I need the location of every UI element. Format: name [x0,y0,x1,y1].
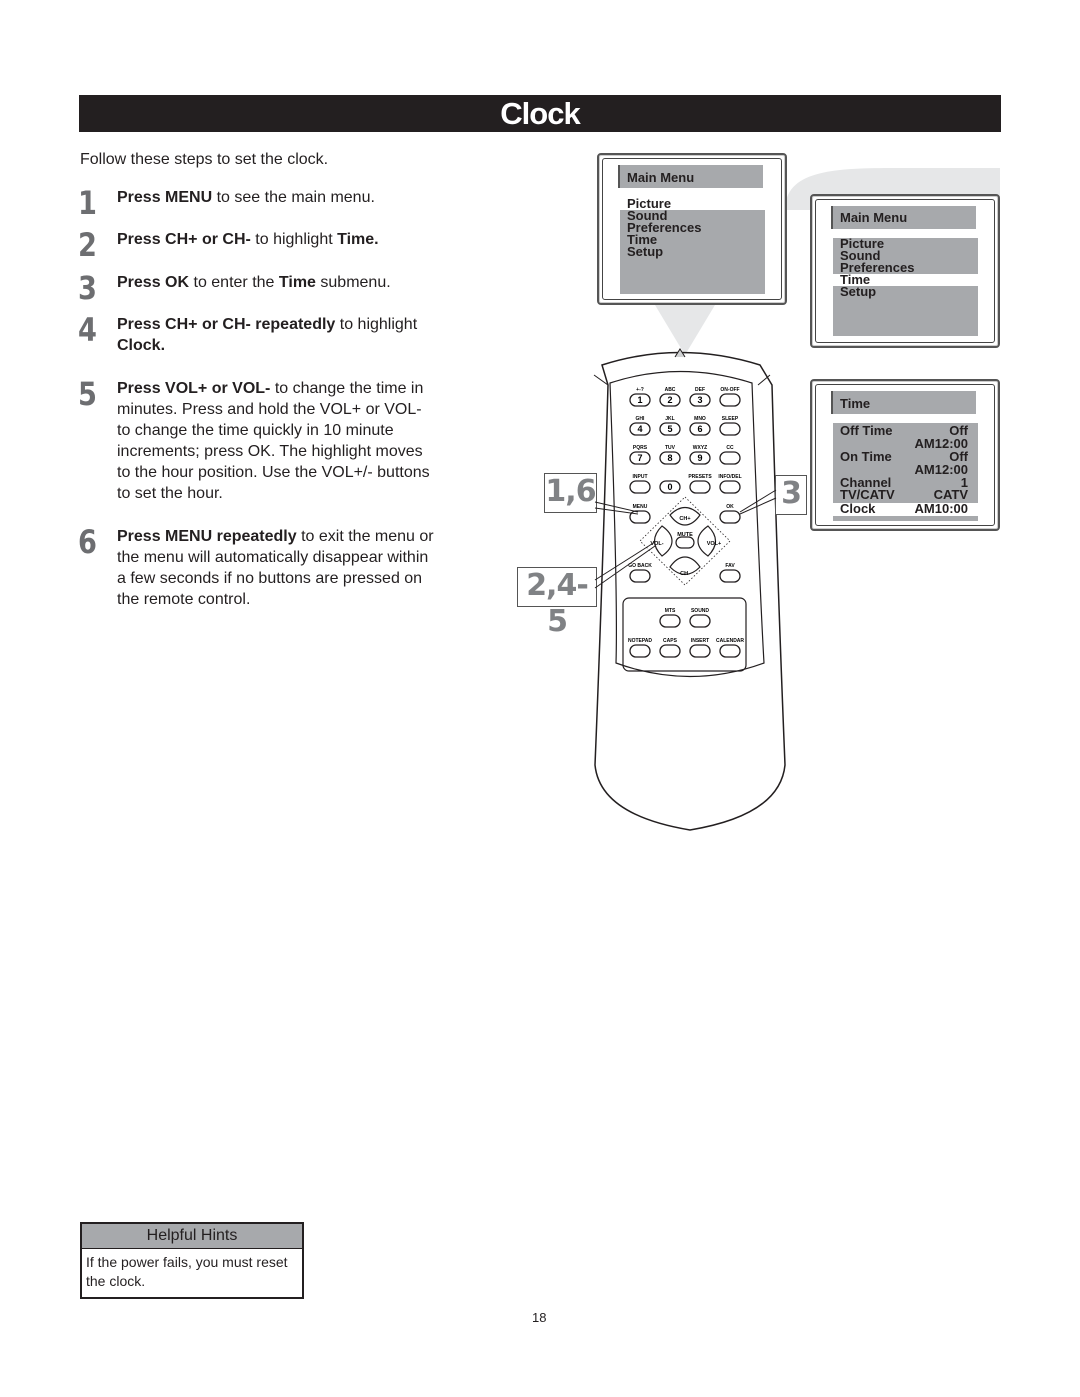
step-text: Press OK to enter the Time submenu. [117,274,391,291]
button-label: 3 [697,395,702,405]
osd-setting-label: Off Time [840,423,893,438]
step-number: 1 [78,184,97,222]
button-caption: ON-OFF [720,387,739,393]
step-text: Press MENU to see the main menu. [117,189,375,206]
button-caption: GHI [636,416,646,422]
button-caption: +-? [636,387,644,393]
osd-setting-label: Clock [840,501,876,516]
button-label: 8 [667,453,672,463]
helpful-hints-header: Helpful Hints [82,1224,302,1249]
button-caption: CAPS [663,638,678,644]
button-label: 2 [667,395,672,405]
osd-header: Time [831,391,976,414]
step-number: 5 [78,375,97,413]
button-caption: DEF [695,387,705,393]
step-number: 6 [78,523,97,561]
osd-body: Picture Sound Preferences Time Setup [833,237,978,336]
button-caption: INSERT [691,638,709,644]
step-text: Press MENU repeatedly to exit the menu o… [117,528,434,608]
callout-nav-steps: 2,4-5 [517,567,597,639]
osd-header: Main Menu [831,206,976,229]
page-title: Clock [79,95,1001,132]
step-text: Press VOL+ or VOL- to change the time in… [117,380,430,502]
osd-setting-value: AM12:00 [914,462,968,477]
osd-setting-value: CATV [933,487,968,502]
step-number: 4 [78,311,97,349]
keypad-button[interactable]: 7 PQRS [629,445,651,465]
button-caption: TUV [665,445,676,451]
helpful-hints-box: Helpful Hints If the power fails, you mu… [80,1222,304,1299]
button-caption: MNO [694,416,706,422]
intro-text: Follow these steps to set the clock. [80,151,329,168]
osd-setting-row: Clock AM10:00 [833,501,978,516]
helpful-hints-body: If the power fails, you must reset the c… [86,1254,288,1289]
button-caption: JKL [665,416,674,422]
button-caption: NOTEPAD [628,638,652,644]
keypad-button[interactable]: SLEEP [719,416,741,436]
osd-body: Picture Sound Preferences Time Setup [620,197,765,294]
osd-setting-value: AM10:00 [914,501,968,516]
button-caption: SOUND [691,608,709,614]
notepad-button[interactable]: NOTEPAD [628,638,652,658]
osd-screen-main-menu-2: Main Menu Picture Sound Preferences Time Set… [810,194,1000,348]
keypad-button[interactable]: 9 WXYZ [689,445,711,465]
button-caption: PQRS [633,445,648,451]
button-label: 4 [637,424,642,434]
osd-screen-main-menu-1: Main Menu Picture Sound Preferences Time Set… [597,153,787,305]
step-text: Press CH+ or CH- repeatedly to highlight… [117,316,418,354]
button-caption: ABC [665,387,676,393]
step-number: 2 [78,226,97,264]
insert-button[interactable]: INSERT [689,638,711,658]
button-label: 6 [697,424,702,434]
keypad-button[interactable]: ON-OFF [719,387,741,407]
osd-setting-label: On Time [840,449,892,464]
osd-setting-label: TV/CATV [840,487,895,502]
step-text: Press CH+ or CH- to highlight Time. [117,231,379,248]
page-number: 18 [532,1310,547,1325]
button-caption: CALENDAR [716,638,744,644]
osd-header: Main Menu [618,165,763,188]
sound-button[interactable]: SOUND [689,608,711,628]
button-label: 7 [637,453,642,463]
button-label: 1 [637,395,642,405]
step-number: 3 [78,269,97,307]
osd-screen-time-menu: Time Off Time Off AM12:00 On Time Off AM12:00… [810,379,1000,531]
osd-menu-item: Setup [840,284,877,299]
button-caption: WXYZ [693,445,707,451]
osd-body: Off Time Off AM12:00 On Time Off AM12:00 Chann… [833,423,978,521]
button-label: 5 [667,424,672,434]
button-caption: CC [726,445,734,451]
osd-menu-item: Setup [627,244,664,259]
button-label: 9 [697,453,702,463]
button-caption: MTS [665,608,676,614]
callout-pointers [594,489,777,589]
button-caption: SLEEP [722,416,739,422]
